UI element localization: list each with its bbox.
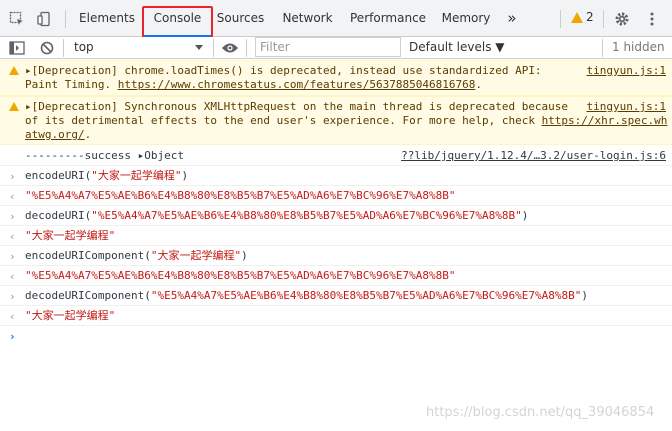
warning-icon [9, 102, 19, 111]
console-toolbar: top Filter Default levels ▼ 1 hidden [0, 37, 672, 59]
eye-icon[interactable] [219, 37, 241, 59]
output-value: "%E5%A4%A7%E5%AE%B6%E4%B8%80%E8%B5%B7%E5… [25, 269, 456, 282]
console-prompt[interactable]: › [0, 326, 672, 346]
sidebar-toggle-icon[interactable] [6, 37, 28, 59]
input-prompt-icon: › [9, 210, 16, 223]
warning-text[interactable]: ▸[Deprecation] chrome.loadTimes() is dep… [25, 64, 542, 92]
source-link[interactable]: tingyun.js:1 [587, 100, 666, 113]
more-options-icon[interactable] [641, 8, 663, 30]
warning-count: 2 [586, 10, 594, 24]
warning-message: ▸[Deprecation] Synchronous XMLHttpReques… [0, 96, 672, 145]
divider [603, 10, 604, 28]
source-link[interactable]: ??lib/jquery/1.12.4/…3.2/user-login.js:6 [401, 149, 666, 162]
divider [602, 39, 603, 57]
devtools-tabbar: Elements Console Sources Network Perform… [0, 0, 672, 37]
input-prompt-icon: › [9, 290, 16, 303]
warning-count-badge[interactable]: 2 [571, 10, 594, 24]
console-input-row: › decodeURIComponent("%E5%A4%A7%E5%AE%B6… [0, 286, 672, 306]
console-output-row: ‹ "大家一起学编程" [0, 306, 672, 326]
console-output-row: ‹ "%E5%A4%A7%E5%AE%B6%E4%B8%80%E8%B5%B7%… [0, 186, 672, 206]
output-prompt-icon: ‹ [9, 190, 16, 203]
default-levels-dropdown[interactable]: Default levels ▼ [409, 40, 505, 54]
tab-elements[interactable]: Elements [74, 0, 140, 37]
xhr-spec-link[interactable]: https://xhr.spec.wh [542, 114, 668, 127]
xhr-spec-link-cont[interactable]: atwg.org/ [25, 128, 85, 141]
chevron-down-icon[interactable] [195, 45, 203, 50]
warning-text[interactable]: ▸[Deprecation] Synchronous XMLHttpReques… [25, 100, 667, 142]
console-input-row: › encodeURIComponent("大家一起学编程") [0, 246, 672, 266]
output-value: "%E5%A4%A7%E5%AE%B6%E4%B8%80%E8%B5%B7%E5… [25, 189, 456, 202]
divider [65, 10, 66, 28]
tab-network[interactable]: Network [280, 0, 335, 37]
hidden-messages-count: 1 hidden [612, 40, 665, 54]
device-toolbar-icon[interactable] [33, 8, 55, 30]
context-selector[interactable]: top [74, 40, 94, 54]
divider [246, 39, 247, 57]
divider [63, 39, 64, 57]
output-value: "大家一起学编程" [25, 229, 116, 242]
output-prompt-icon: ‹ [9, 230, 16, 243]
gear-icon[interactable] [611, 8, 633, 30]
divider [560, 10, 561, 28]
chromestatus-link[interactable]: https://www.chromestatus.com/features/56… [118, 78, 476, 91]
console-output-row: ‹ "%E5%A4%A7%E5%AE%B6%E4%B8%80%E8%B5%B7%… [0, 266, 672, 286]
warning-message: ▸[Deprecation] chrome.loadTimes() is dep… [0, 60, 672, 96]
input-prompt-icon: › [9, 250, 16, 263]
tab-memory[interactable]: Memory [440, 0, 492, 37]
console-output-row: ‹ "大家一起学编程" [0, 226, 672, 246]
warning-icon [571, 11, 583, 23]
log-text[interactable]: ---------success ▸Object [25, 149, 184, 163]
active-prompt-icon: › [9, 330, 16, 343]
inspect-element-icon[interactable] [6, 8, 28, 30]
divider [213, 39, 214, 57]
tab-sources[interactable]: Sources [213, 0, 268, 37]
clear-console-icon[interactable] [36, 37, 58, 59]
log-message: ---------success ▸Object ??lib/jquery/1.… [0, 146, 672, 166]
tab-performance[interactable]: Performance [350, 0, 426, 37]
console-input-row: › decodeURI("%E5%A4%A7%E5%AE%B6%E4%B8%80… [0, 206, 672, 226]
output-value: "大家一起学编程" [25, 309, 116, 322]
tab-console[interactable]: Console [142, 0, 213, 37]
output-prompt-icon: ‹ [9, 270, 16, 283]
warning-icon [9, 66, 19, 75]
output-prompt-icon: ‹ [9, 310, 16, 323]
console-input-row: › encodeURI("大家一起学编程") [0, 166, 672, 186]
more-tabs-button[interactable]: » [502, 0, 522, 37]
watermark: https://blog.csdn.net/qq_39046854 [426, 405, 655, 420]
input-prompt-icon: › [9, 170, 16, 183]
source-link[interactable]: tingyun.js:1 [587, 64, 666, 77]
filter-input[interactable]: Filter [255, 37, 401, 57]
